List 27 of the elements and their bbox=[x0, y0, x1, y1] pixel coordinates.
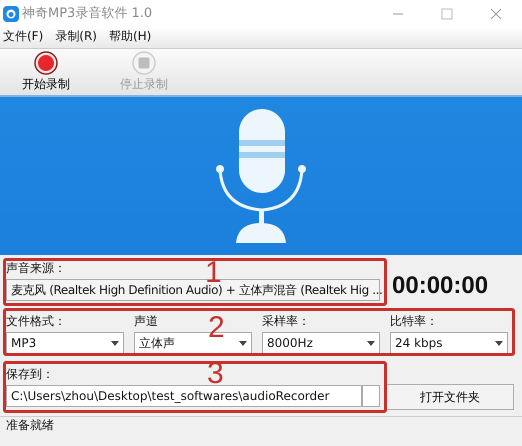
field-label: 声道 bbox=[134, 313, 158, 329]
field-label: 文件格式： bbox=[6, 313, 66, 329]
path-field[interactable]: C:\Users\zhou\Desktop\test_softwares\audioRecorder bbox=[6, 385, 362, 407]
microphone-icon bbox=[216, 107, 306, 245]
dropdown[interactable]: 24 kbps bbox=[390, 332, 508, 354]
caret-icon bbox=[367, 340, 375, 346]
app-icon bbox=[3, 6, 19, 22]
open-folder-button[interactable]: 打开文件夹 bbox=[386, 384, 514, 410]
status-text: 准备就绪 bbox=[6, 417, 54, 433]
menu-item[interactable]: 帮助(H) bbox=[108, 28, 152, 44]
field-label: 保存到： bbox=[6, 366, 54, 382]
window-title: 神奇MP3录音软件 1.0 bbox=[22, 5, 154, 24]
menu-item[interactable]: 录制(R) bbox=[55, 28, 97, 44]
stop-icon bbox=[132, 51, 156, 75]
dropdown[interactable]: MP3 bbox=[6, 332, 124, 354]
browse-button[interactable] bbox=[362, 385, 380, 407]
caret-icon bbox=[495, 340, 503, 346]
field-label: 声音来源： bbox=[6, 260, 66, 276]
dropdown[interactable]: 8000Hz bbox=[262, 332, 380, 354]
menu-item[interactable]: 文件(F) bbox=[3, 28, 44, 44]
record-icon bbox=[34, 51, 58, 75]
field-label: 采样率： bbox=[262, 313, 310, 329]
caret-icon bbox=[239, 340, 247, 346]
toolbar-button[interactable]: 开始录制 bbox=[6, 51, 86, 93]
timer-display: 00:00:00 bbox=[392, 271, 488, 301]
field-label: 比特率： bbox=[390, 313, 438, 329]
caret-icon bbox=[111, 340, 119, 346]
